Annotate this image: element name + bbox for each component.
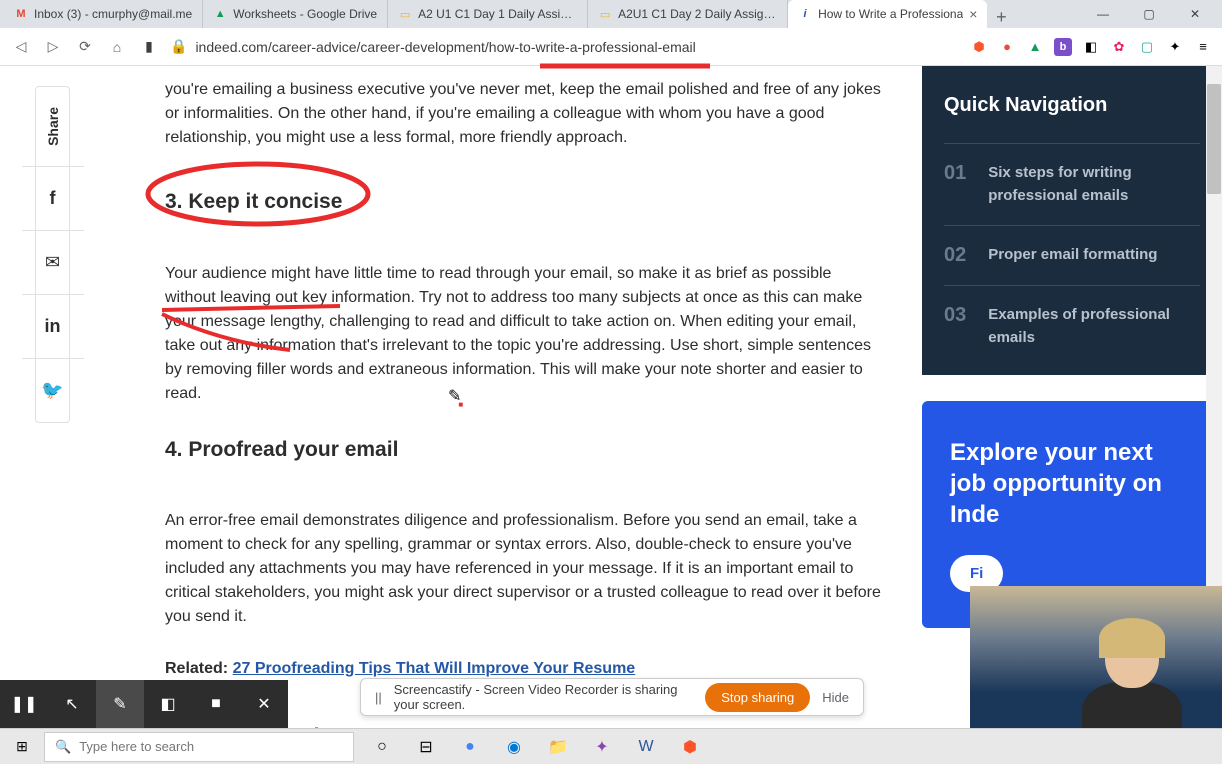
screencastify-bar: || Screencastify - Screen Video Recorder… bbox=[360, 678, 864, 716]
ext-teal-icon[interactable]: ▢ bbox=[1138, 38, 1156, 56]
stop-sharing-button[interactable]: Stop sharing bbox=[705, 683, 810, 712]
search-placeholder: Type here to search bbox=[79, 739, 194, 754]
share-facebook-button[interactable]: f bbox=[22, 166, 84, 230]
edge-icon[interactable]: ◉ bbox=[494, 729, 534, 765]
extensions-icon[interactable]: ✦ bbox=[1166, 38, 1184, 56]
quick-nav-text: Examples of professional emails bbox=[988, 304, 1200, 349]
tab-label: Inbox (3) - cmurphy@mail.me bbox=[34, 7, 192, 21]
pause-icon: || bbox=[375, 690, 382, 705]
quick-nav-num: 01 bbox=[944, 162, 966, 185]
tab-label: A2 U1 C1 Day 1 Daily Assignm bbox=[418, 7, 577, 21]
address-bar: ◁ ▷ ⟳ ⌂ ▮ 🔒 indeed.com/career-advice/car… bbox=[0, 28, 1222, 66]
extension-icons: ⬢ ● ▲ b ◧ ✿ ▢ ✦ ≡ bbox=[970, 38, 1212, 56]
slides-icon: ▭ bbox=[398, 7, 412, 21]
start-button[interactable]: ⊞ bbox=[0, 738, 44, 755]
related-label: Related: bbox=[165, 660, 233, 677]
windows-taskbar: ⊞ 🔍 Type here to search ○ ⊟ ● ◉ 📁 ✦ W ⬢ bbox=[0, 728, 1222, 764]
url-box[interactable]: 🔒 indeed.com/career-advice/career-develo… bbox=[170, 38, 960, 55]
tab-inbox[interactable]: M Inbox (3) - cmurphy@mail.me bbox=[4, 0, 203, 28]
search-icon: 🔍 bbox=[55, 739, 71, 755]
taskbar-search[interactable]: 🔍 Type here to search bbox=[44, 732, 354, 762]
quick-nav-num: 03 bbox=[944, 304, 966, 327]
explorer-icon[interactable]: 📁 bbox=[538, 729, 578, 765]
minimize-button[interactable]: — bbox=[1080, 0, 1126, 28]
brave-icon[interactable]: ⬢ bbox=[670, 729, 710, 765]
explore-title: Explore your next job opportunity on Ind… bbox=[950, 437, 1194, 531]
share-label: Share bbox=[45, 87, 61, 166]
slides-icon: ▭ bbox=[598, 7, 612, 21]
close-window-button[interactable]: ✕ bbox=[1172, 0, 1218, 28]
tab-drive[interactable]: ▲ Worksheets - Google Drive bbox=[203, 0, 388, 28]
share-twitter-button[interactable]: 🐦 bbox=[22, 358, 84, 422]
rec-eraser-button[interactable]: ◧ bbox=[144, 680, 192, 728]
back-button[interactable]: ◁ bbox=[10, 36, 32, 58]
gmail-icon: M bbox=[14, 7, 28, 21]
paragraph-concise: Your audience might have little time to … bbox=[165, 262, 882, 406]
quick-nav-panel: Quick Navigation 01 Six steps for writin… bbox=[922, 66, 1222, 375]
cortana-icon[interactable]: ○ bbox=[362, 729, 402, 765]
tab-label: Worksheets - Google Drive bbox=[233, 7, 377, 21]
rec-camera-button[interactable]: ■ bbox=[192, 680, 240, 728]
paragraph-partial: you're emailing a business executive you… bbox=[165, 78, 882, 150]
tab-slides-2[interactable]: ▭ A2U1 C1 Day 2 Daily Assignm bbox=[588, 0, 788, 28]
forward-button[interactable]: ▷ bbox=[42, 36, 64, 58]
rec-pause-button[interactable]: ❚❚ bbox=[0, 680, 48, 728]
ext-square-icon[interactable]: ◧ bbox=[1082, 38, 1100, 56]
app-icon[interactable]: ✦ bbox=[582, 729, 622, 765]
tab-slides-1[interactable]: ▭ A2 U1 C1 Day 1 Daily Assignm bbox=[388, 0, 588, 28]
ext-icon[interactable]: ● bbox=[998, 38, 1016, 56]
menu-icon[interactable]: ≡ bbox=[1194, 38, 1212, 56]
share-linkedin-button[interactable]: in bbox=[22, 294, 84, 358]
related-link[interactable]: 27 Proofreading Tips That Will Improve Y… bbox=[233, 660, 636, 677]
quick-nav-item-2[interactable]: 02 Proper email formatting bbox=[944, 225, 1200, 285]
tab-indeed-active[interactable]: i How to Write a Professiona × bbox=[788, 0, 987, 28]
maximize-button[interactable]: ▢ bbox=[1126, 0, 1172, 28]
url-text: indeed.com/career-advice/career-developm… bbox=[195, 39, 695, 55]
window-controls: — ▢ ✕ bbox=[1080, 0, 1218, 28]
tab-label: How to Write a Professiona bbox=[818, 7, 963, 21]
heading-proofread: 4. Proofread your email bbox=[165, 434, 882, 466]
taskbar-icons: ○ ⊟ ● ◉ 📁 ✦ W ⬢ bbox=[362, 729, 710, 765]
share-column: Share f ✉ in 🐦 bbox=[0, 66, 100, 728]
pen-cursor-icon: ✎■ bbox=[448, 386, 466, 406]
rec-close-button[interactable]: ✕ bbox=[240, 680, 288, 728]
word-icon[interactable]: W bbox=[626, 729, 666, 765]
quick-nav-text: Six steps for writing professional email… bbox=[988, 162, 1200, 207]
taskview-icon[interactable]: ⊟ bbox=[406, 729, 446, 765]
rec-pointer-button[interactable]: ↖ bbox=[48, 680, 96, 728]
quick-nav-num: 02 bbox=[944, 244, 966, 267]
quick-nav-item-1[interactable]: 01 Six steps for writing professional em… bbox=[944, 143, 1200, 225]
home-button[interactable]: ⌂ bbox=[106, 36, 128, 58]
chrome-icon[interactable]: ● bbox=[450, 729, 490, 765]
quick-nav-title: Quick Navigation bbox=[944, 94, 1200, 117]
ext-b-icon[interactable]: b bbox=[1054, 38, 1072, 56]
scroll-thumb[interactable] bbox=[1207, 84, 1221, 194]
share-email-button[interactable]: ✉ bbox=[22, 230, 84, 294]
browser-tab-strip: M Inbox (3) - cmurphy@mail.me ▲ Workshee… bbox=[0, 0, 1222, 28]
rec-pen-button[interactable]: ✎ bbox=[96, 680, 144, 728]
article-body: you're emailing a business executive you… bbox=[100, 66, 922, 728]
share-box: Share f ✉ in 🐦 bbox=[35, 86, 70, 423]
new-tab-button[interactable]: + bbox=[987, 7, 1015, 28]
ext-pink-icon[interactable]: ✿ bbox=[1110, 38, 1128, 56]
paragraph-proofread: An error-free email demonstrates diligen… bbox=[165, 509, 882, 629]
drive-icon: ▲ bbox=[213, 7, 227, 21]
quick-nav-text: Proper email formatting bbox=[988, 244, 1157, 267]
close-icon[interactable]: × bbox=[969, 6, 977, 22]
drive-ext-icon[interactable]: ▲ bbox=[1026, 38, 1044, 56]
tab-label: A2U1 C1 Day 2 Daily Assignm bbox=[618, 7, 777, 21]
lock-icon: 🔒 bbox=[170, 38, 187, 55]
hide-button[interactable]: Hide bbox=[822, 690, 849, 705]
bookmark-button[interactable]: ▮ bbox=[138, 36, 160, 58]
indeed-icon: i bbox=[798, 7, 812, 21]
quick-nav-item-3[interactable]: 03 Examples of professional emails bbox=[944, 285, 1200, 375]
cast-message: Screencastify - Screen Video Recorder is… bbox=[394, 682, 693, 712]
reload-button[interactable]: ⟳ bbox=[74, 36, 96, 58]
recorder-toolbar: ❚❚ ↖ ✎ ◧ ■ ✕ bbox=[0, 680, 288, 728]
heading-keep-concise: 3. Keep it concise bbox=[165, 186, 882, 218]
brave-shield-icon[interactable]: ⬢ bbox=[970, 38, 988, 56]
